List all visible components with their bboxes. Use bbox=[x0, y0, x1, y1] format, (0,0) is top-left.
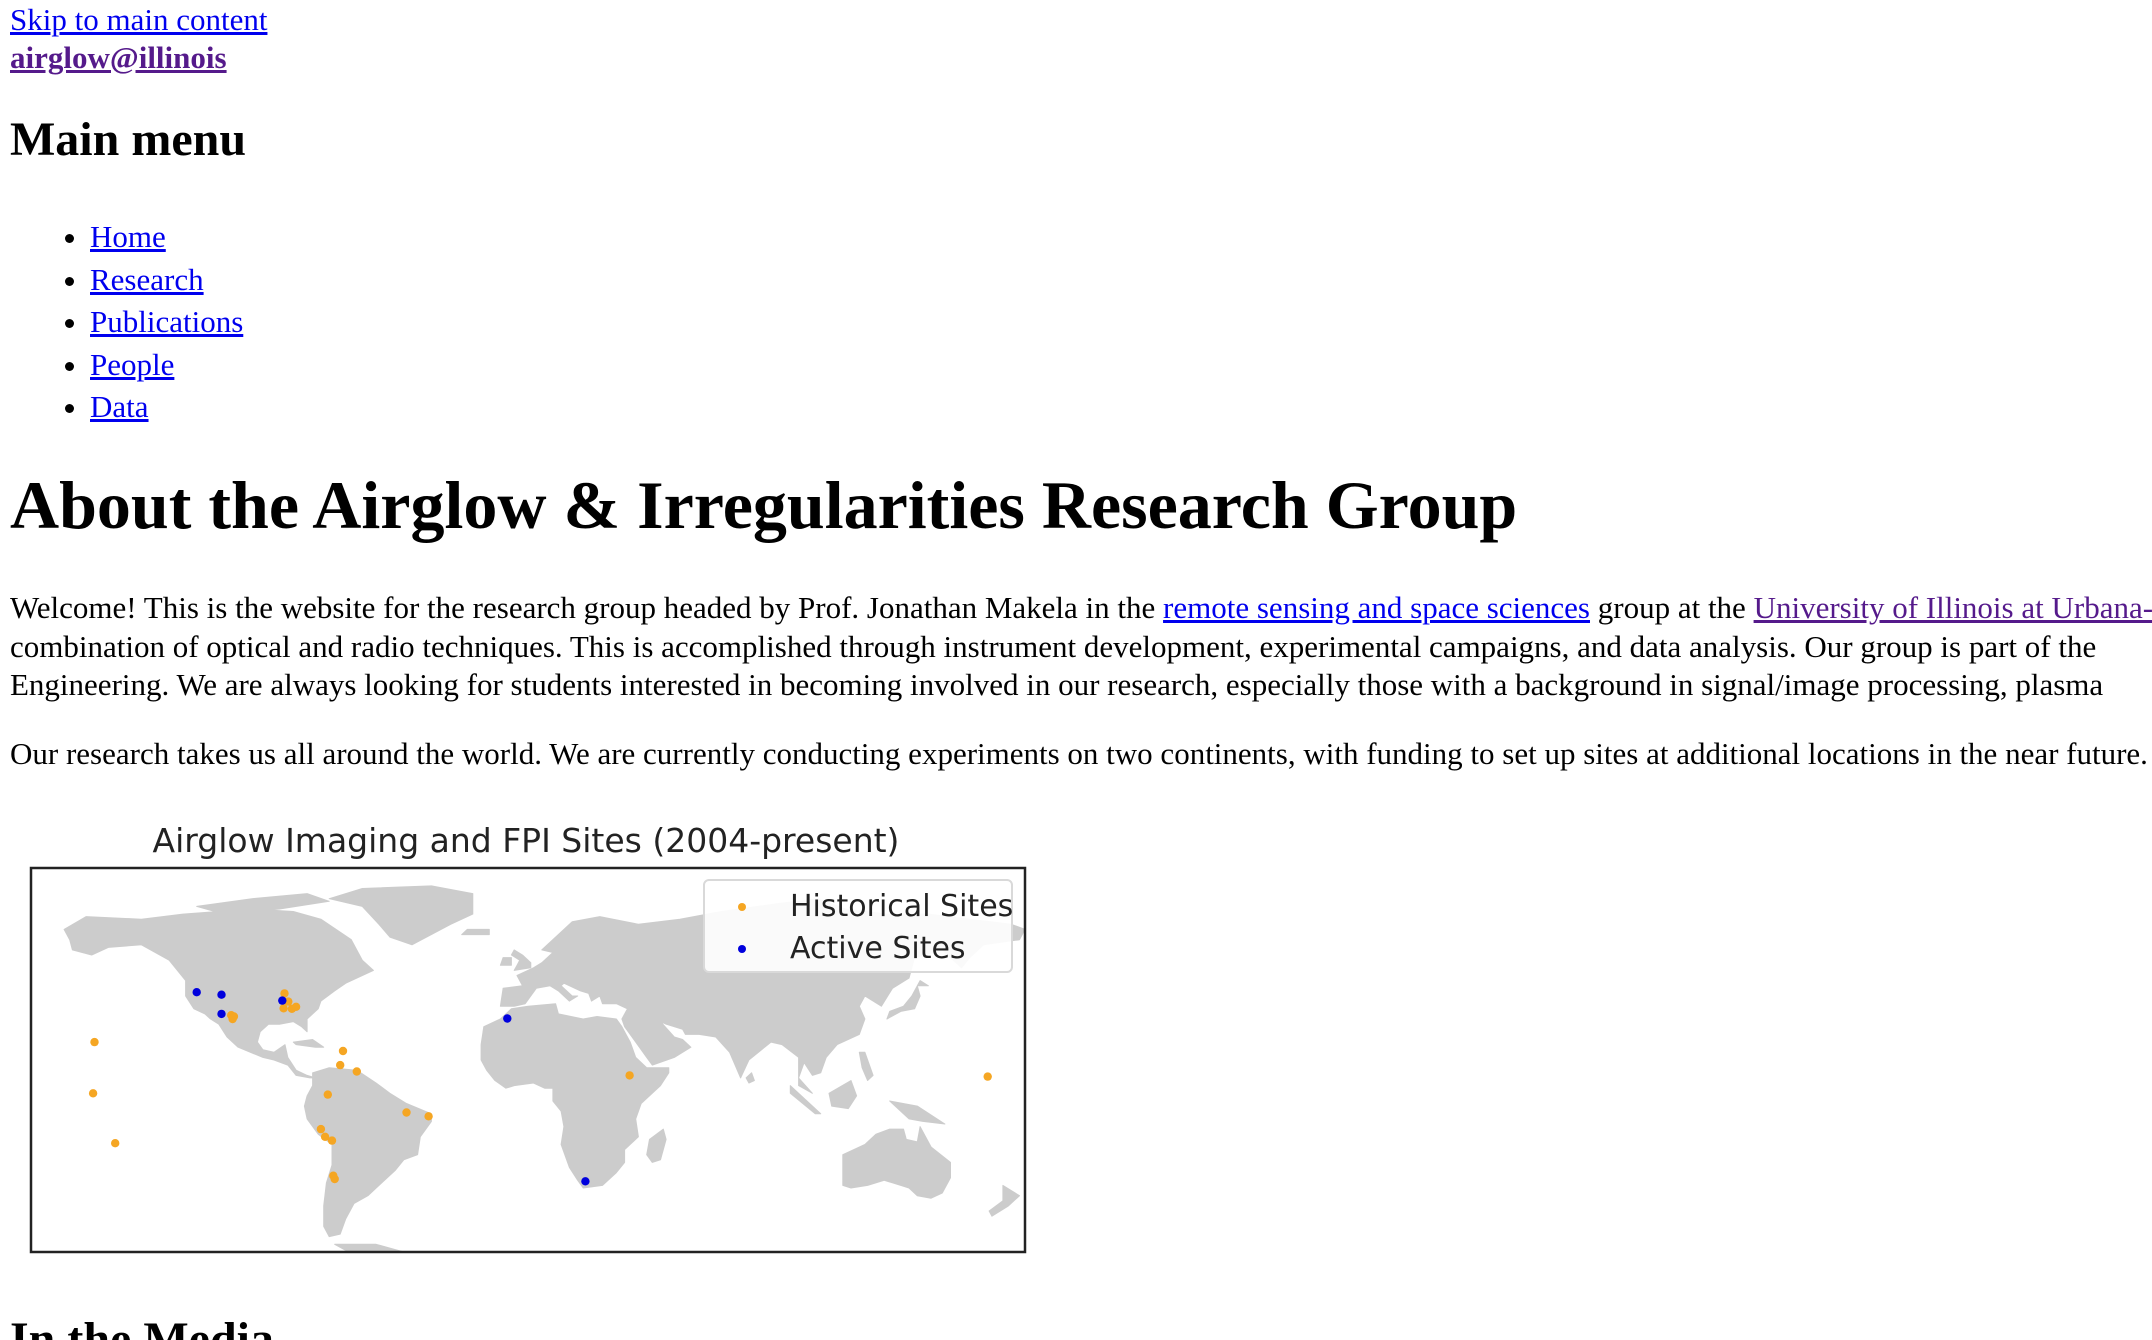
landmass-philippines bbox=[858, 1051, 874, 1081]
historical-site-marker bbox=[279, 1004, 288, 1013]
landmass-borneo bbox=[828, 1080, 858, 1110]
intro-line-2: combination of optical and radio techniq… bbox=[10, 628, 2097, 664]
active-site-marker bbox=[278, 996, 287, 1005]
historical-site-marker bbox=[402, 1108, 411, 1117]
historical-site-marker bbox=[352, 1067, 361, 1076]
legend-historical-label: Historical Sites bbox=[790, 889, 1013, 924]
historical-site-marker bbox=[323, 1090, 332, 1099]
main-menu-item-research: Research bbox=[90, 259, 243, 302]
university-link[interactable]: University of Illinois at Urbana-Champai… bbox=[1754, 590, 2152, 625]
active-site-marker bbox=[503, 1014, 512, 1023]
landmass-iceland bbox=[461, 928, 490, 936]
nav-link-home[interactable]: Home bbox=[90, 219, 166, 254]
active-site-marker bbox=[217, 990, 226, 999]
intro-text: group at the bbox=[1590, 590, 1754, 625]
landmass-new-guinea bbox=[889, 1100, 946, 1125]
historical-site-marker bbox=[336, 1060, 345, 1070]
historical-site-marker bbox=[88, 1089, 98, 1098]
landmass-uk bbox=[510, 949, 532, 971]
main-menu: Home Research Publications People Data bbox=[0, 216, 243, 429]
historical-site-marker bbox=[111, 1139, 120, 1148]
historical-site-marker bbox=[327, 1136, 337, 1145]
in-the-media-heading: In the Media bbox=[10, 1313, 274, 1340]
legend-historical-marker bbox=[738, 903, 746, 911]
map-legend: Historical Sites Active Sites bbox=[703, 879, 1013, 973]
active-site-marker bbox=[217, 1009, 226, 1019]
main-menu-item-data: Data bbox=[90, 386, 243, 429]
intro-line-3: Engineering. We are always looking for s… bbox=[10, 667, 2104, 702]
nav-link-research[interactable]: Research bbox=[90, 262, 204, 297]
active-site-marker bbox=[581, 1177, 590, 1186]
legend-active-marker bbox=[738, 945, 746, 953]
intro-text: Welcome! This is the website for the res… bbox=[10, 590, 1164, 625]
historical-site-marker bbox=[316, 1124, 326, 1134]
site-name-link[interactable]: airglow@illinois bbox=[10, 40, 227, 76]
landmass-australia bbox=[842, 1126, 951, 1199]
page-title: About the Airglow & Irregularities Resea… bbox=[10, 467, 1518, 543]
intro-line-1: Welcome! This is the website for the res… bbox=[10, 589, 2152, 628]
intro-paragraph: Welcome! This is the website for the res… bbox=[10, 589, 2152, 705]
nav-link-data[interactable]: Data bbox=[90, 389, 149, 424]
landmass-sri-lanka bbox=[745, 1072, 755, 1084]
skip-to-main-content-link[interactable]: Skip to main content bbox=[10, 2, 267, 38]
research-paragraph: Our research takes us all around the wor… bbox=[10, 736, 2148, 771]
historical-site-marker bbox=[228, 1014, 237, 1024]
landmass-madagascar bbox=[646, 1128, 667, 1163]
remote-sensing-link[interactable]: remote sensing and space sciences bbox=[1163, 590, 1590, 625]
main-menu-item-publications: Publications bbox=[90, 301, 243, 344]
nav-link-people[interactable]: People bbox=[90, 347, 174, 382]
landmass-greenland bbox=[328, 885, 474, 946]
map-title: Airglow Imaging and FPI Sites (2004-pres… bbox=[153, 821, 900, 860]
landmass-cuba bbox=[292, 1039, 325, 1048]
landmass-new-zealand bbox=[988, 1184, 1020, 1217]
historical-site-marker bbox=[280, 989, 289, 998]
historical-site-marker bbox=[983, 1072, 992, 1081]
historical-site-marker bbox=[424, 1112, 433, 1121]
landmass-arctic-islands bbox=[196, 893, 330, 915]
active-site-marker bbox=[192, 988, 201, 997]
historical-site-marker bbox=[338, 1046, 348, 1056]
historical-site-marker bbox=[90, 1037, 99, 1047]
legend-active-label: Active Sites bbox=[790, 931, 966, 966]
main-menu-heading: Main menu bbox=[10, 113, 247, 166]
historical-site-marker bbox=[625, 1071, 634, 1080]
landmass-south-america bbox=[303, 1067, 432, 1238]
historical-site-marker bbox=[330, 1174, 339, 1184]
landmass-ireland bbox=[499, 957, 512, 966]
nav-link-publications[interactable]: Publications bbox=[90, 304, 243, 339]
sites-map: Airglow Imaging and FPI Sites (2004-pres… bbox=[29, 821, 1027, 1254]
sites-map-figure: Airglow Imaging and FPI Sites (2004-pres… bbox=[14, 808, 1034, 1268]
historical-site-marker bbox=[291, 1002, 301, 1011]
main-menu-item-home: Home bbox=[90, 216, 243, 259]
main-menu-item-people: People bbox=[90, 344, 243, 387]
